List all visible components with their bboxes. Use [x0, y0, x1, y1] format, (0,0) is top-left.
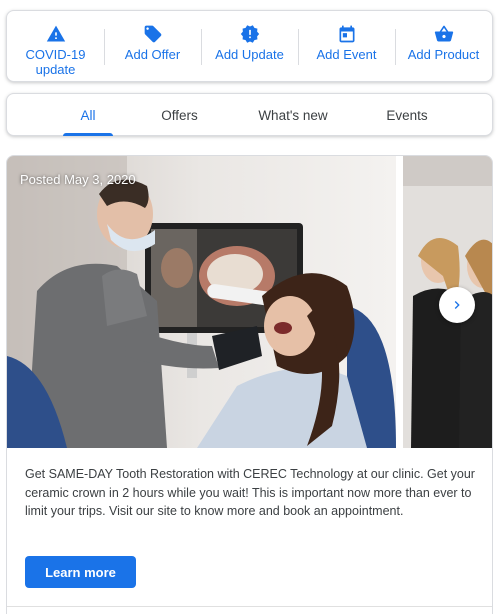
add-product-button[interactable]: Add Product	[395, 11, 492, 81]
tab-whats-new[interactable]: What's new	[247, 94, 339, 136]
post-body-text: Get SAME-DAY Tooth Restoration with CERE…	[25, 467, 475, 518]
tab-events[interactable]: Events	[372, 94, 442, 136]
chevron-right-icon	[454, 301, 460, 309]
active-tab-indicator	[63, 133, 113, 136]
add-product-label: Add Product	[407, 47, 480, 62]
quick-actions-bar: COVID-19 update Add Offer Add Update Add…	[6, 10, 493, 82]
tab-offers[interactable]: Offers	[147, 94, 212, 136]
post-card: Posted May 3, 2020 Get SAME-DAY Tooth Re…	[6, 155, 493, 614]
card-divider	[7, 606, 492, 607]
tab-events-label: Events	[386, 107, 428, 123]
calendar-icon	[339, 25, 354, 43]
add-offer-label: Add Offer	[124, 47, 181, 62]
tab-all-label: All	[80, 107, 96, 123]
shopping-basket-icon	[434, 25, 453, 42]
covid-update-label: COVID-19 update	[25, 47, 86, 77]
tab-all[interactable]: All	[63, 94, 113, 136]
add-update-button[interactable]: Add Update	[201, 11, 298, 81]
tag-icon	[144, 25, 161, 43]
covid-update-button[interactable]: COVID-19 update	[7, 11, 104, 81]
post-date: Posted May 3, 2020	[20, 172, 136, 187]
tab-whats-new-label: What's new	[258, 107, 328, 123]
add-event-button[interactable]: Add Event	[298, 11, 395, 81]
tab-offers-label: Offers	[161, 107, 198, 123]
add-update-label: Add Update	[215, 47, 284, 62]
carousel-next-button[interactable]	[439, 287, 475, 323]
add-event-label: Add Event	[316, 47, 377, 62]
learn-more-button[interactable]: Learn more	[25, 556, 136, 588]
post-filter-tabs: All Offers What's new Events	[6, 93, 493, 136]
badge-alert-icon	[240, 25, 259, 43]
warning-icon	[46, 25, 65, 42]
add-offer-button[interactable]: Add Offer	[104, 11, 201, 81]
post-photo-dental-scan	[7, 156, 396, 448]
